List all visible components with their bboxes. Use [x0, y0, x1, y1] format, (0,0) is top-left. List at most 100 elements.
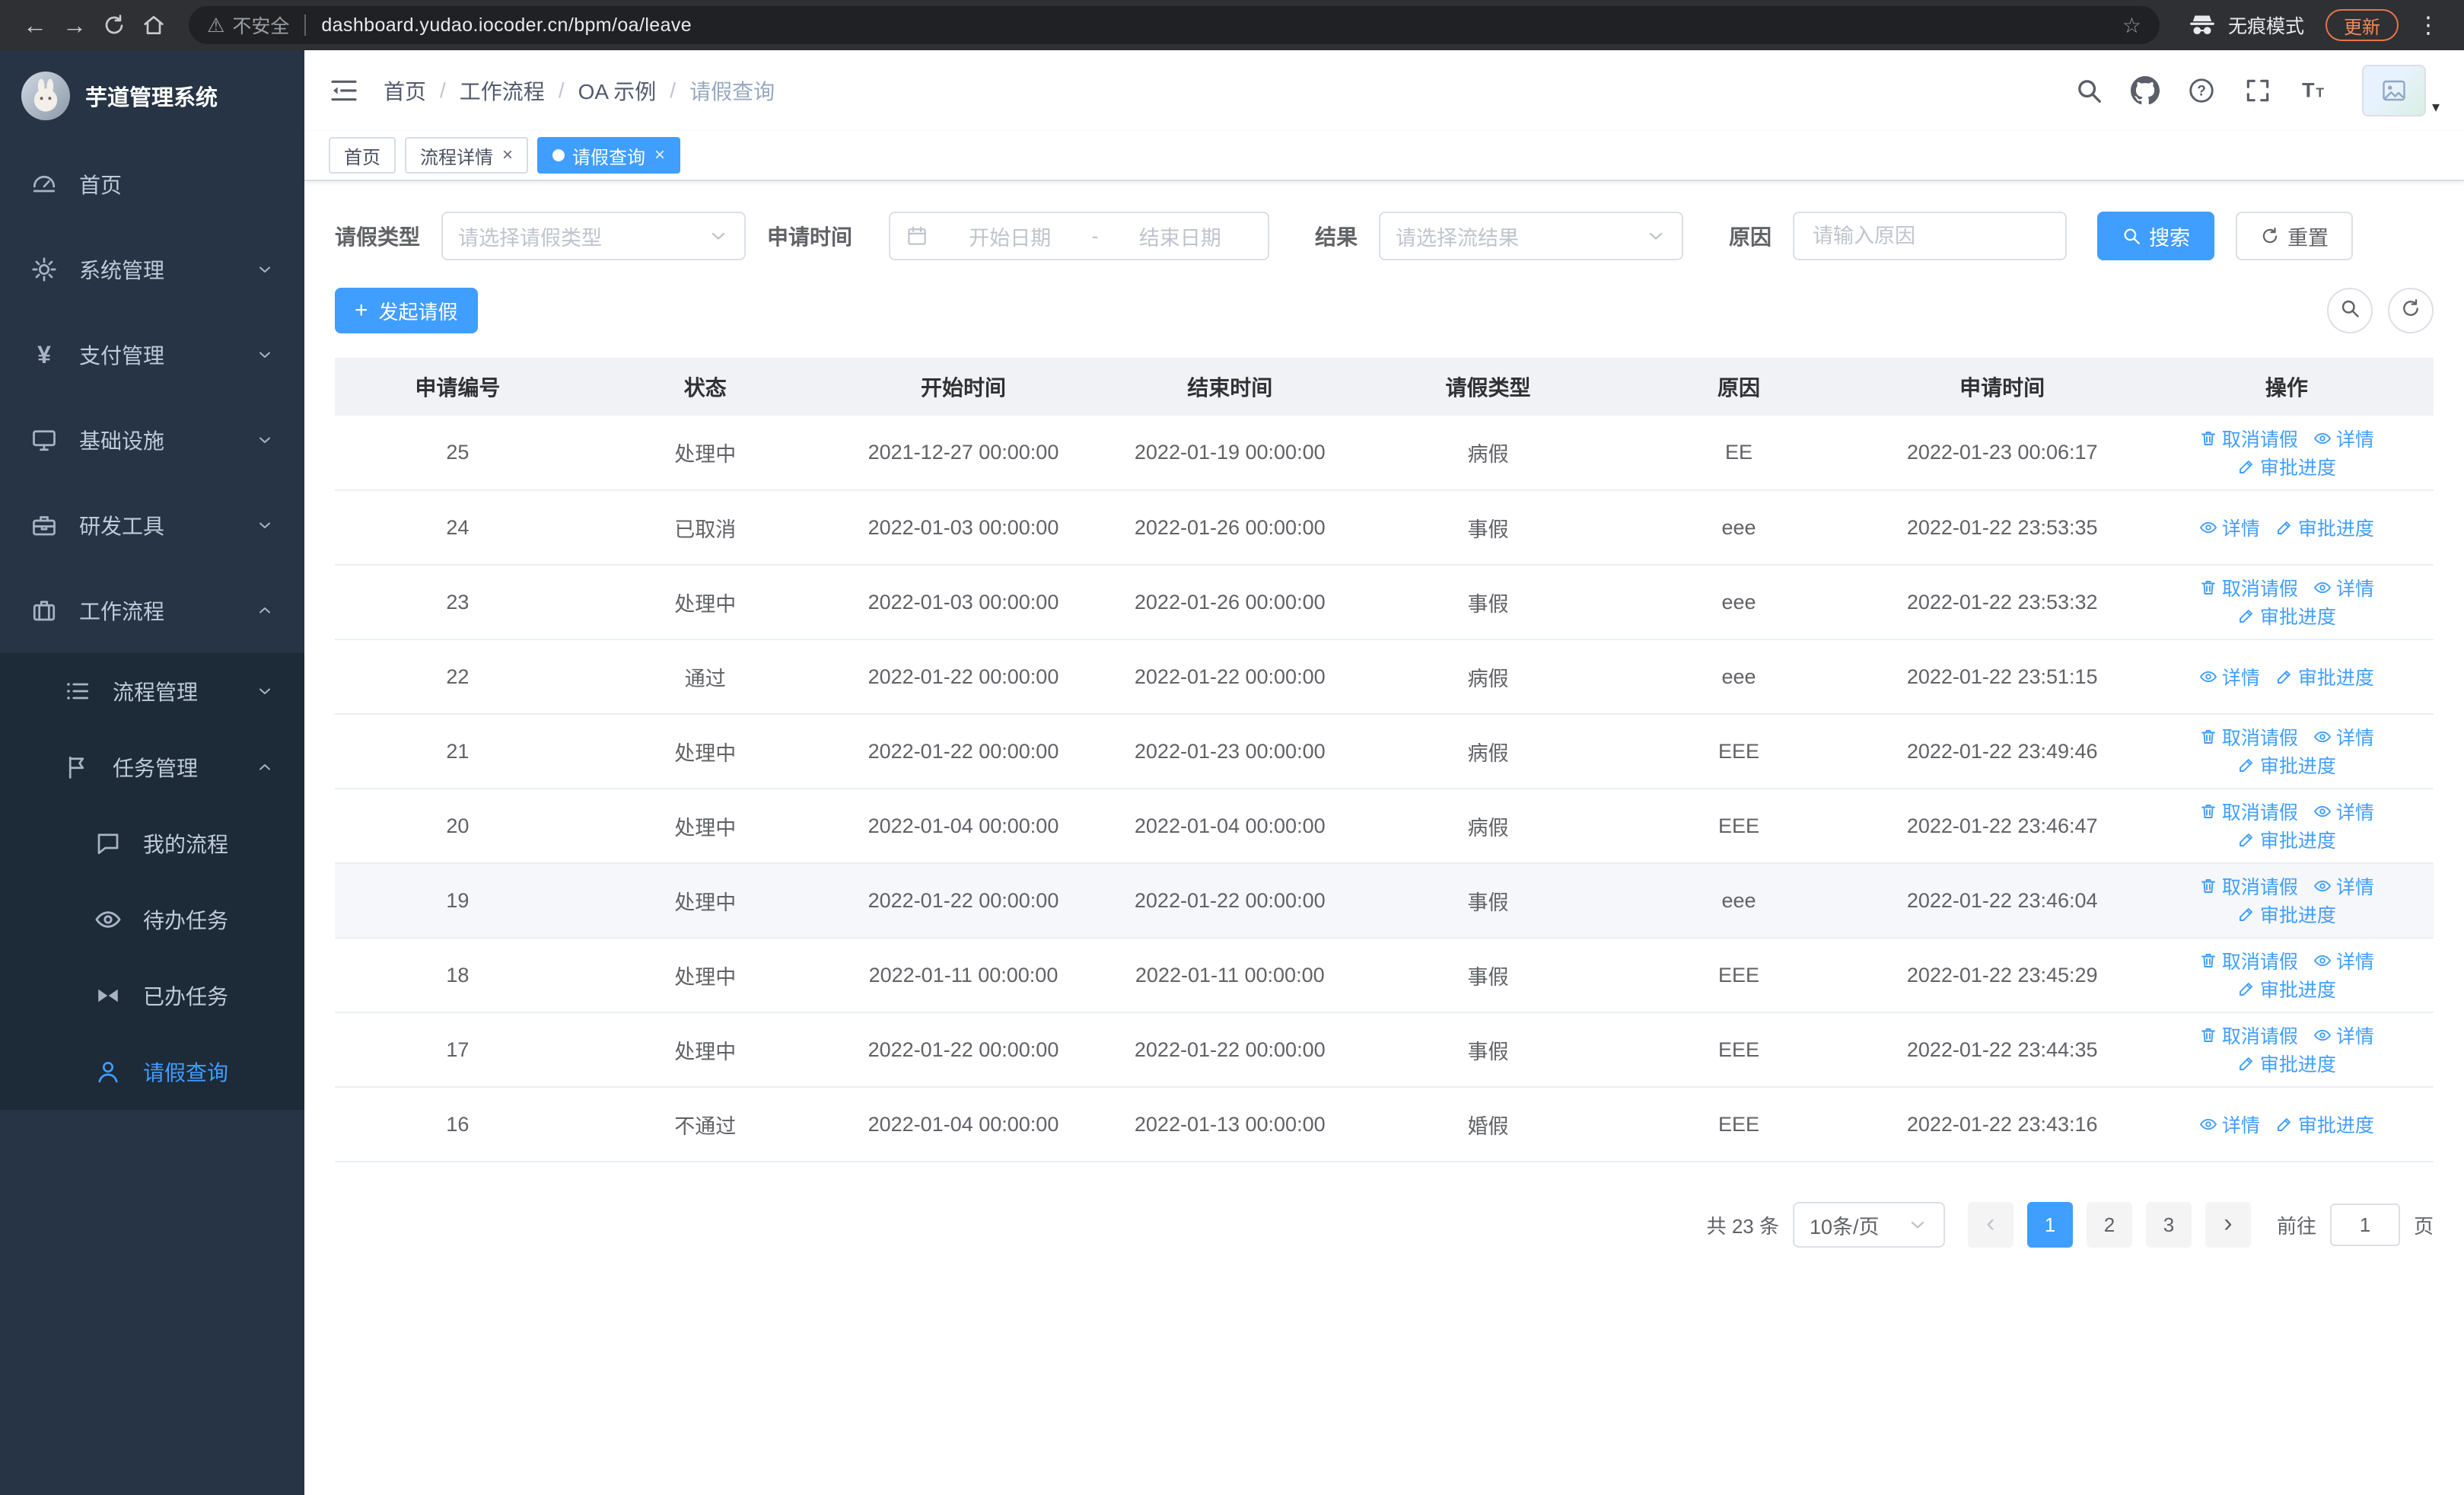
prev-page-button[interactable]: ‹ — [1967, 1202, 2014, 1248]
progress-action-link[interactable]: 审批进度 — [2237, 602, 2336, 630]
sidebar-item-done-tasks[interactable]: 已办任务 — [0, 958, 304, 1034]
tab-home[interactable]: 首页 — [329, 137, 396, 174]
sidebar-item-infra[interactable]: 基础设施 — [0, 397, 304, 483]
font-size-icon[interactable]: TT — [2300, 76, 2329, 105]
url-text[interactable]: dashboard.yudao.iocoder.cn/bpm/oa/leave — [321, 14, 692, 37]
close-icon[interactable]: × — [654, 146, 665, 164]
detail-action-link[interactable]: 详情 — [2313, 798, 2374, 825]
detail-action-link[interactable]: 详情 — [2313, 425, 2374, 452]
progress-action-link[interactable]: 审批进度 — [2275, 663, 2374, 690]
table-row-23[interactable]: 23 处理中 2022-01-03 00:00:00 2022-01-26 00:00… — [335, 565, 2434, 640]
table-row-24[interactable]: 24 已取消 2022-01-03 00:00:00 2022-01-26 00:00… — [335, 490, 2434, 566]
toggle-search-button[interactable] — [2327, 288, 2373, 333]
detail-action-link[interactable]: 详情 — [2199, 1111, 2260, 1138]
page-button-1[interactable]: 1 — [2026, 1202, 2073, 1248]
breadcrumb-item[interactable]: OA 示例 — [578, 75, 657, 106]
search-button[interactable]: 搜索 — [2097, 212, 2215, 260]
result-select[interactable]: 请选择流结果 — [1379, 212, 1684, 260]
cancel-action-link[interactable]: 取消请假 — [2199, 1022, 2298, 1049]
sidebar-item-todo-tasks[interactable]: 待办任务 — [0, 881, 304, 958]
cancel-action-link[interactable]: 取消请假 — [2199, 574, 2298, 601]
tab-process-detail[interactable]: 流程详情 × — [405, 137, 529, 174]
sidebar-item-system[interactable]: 系统管理 — [0, 227, 304, 312]
sidebar-item-process-mgmt[interactable]: 流程管理 — [0, 653, 304, 729]
cancel-action-link[interactable]: 取消请假 — [2199, 425, 2298, 452]
detail-action-link[interactable]: 详情 — [2199, 514, 2260, 541]
help-icon[interactable]: ? — [2187, 76, 2216, 105]
create-leave-button[interactable]: + 发起请假 — [335, 288, 478, 333]
sidebar-item-task-mgmt[interactable]: 任务管理 — [0, 729, 304, 805]
detail-action-link[interactable]: 详情 — [2199, 663, 2260, 690]
back-button[interactable]: ← — [15, 5, 55, 45]
table-row-18[interactable]: 18 处理中 2022-01-11 00:00:00 2022-01-11 00:00… — [335, 938, 2434, 1013]
cell-status: 处理中 — [580, 938, 830, 1013]
chevron-down-icon — [1907, 1214, 1928, 1235]
sidebar-item-devtools[interactable]: 研发工具 — [0, 483, 304, 568]
app-header: 首页 / 工作流程 / OA 示例 / 请假查询 ? TT ▾ — [304, 50, 2464, 131]
goto-page-input[interactable] — [2329, 1203, 2400, 1246]
page-button-3[interactable]: 3 — [2145, 1202, 2192, 1248]
table-row-22[interactable]: 22 通过 2022-01-22 00:00:00 2022-01-22 00:00:… — [335, 639, 2434, 715]
table-row-17[interactable]: 17 处理中 2022-01-22 00:00:00 2022-01-22 00:00… — [335, 1012, 2434, 1088]
cancel-action-link[interactable]: 取消请假 — [2199, 947, 2298, 974]
table-row-21[interactable]: 21 处理中 2022-01-22 00:00:00 2022-01-23 00:00… — [335, 714, 2434, 789]
github-icon[interactable] — [2130, 76, 2160, 105]
reason-input[interactable] — [1793, 212, 2068, 260]
sidebar-item-home[interactable]: 首页 — [0, 142, 304, 227]
apply-time-range-picker[interactable]: 开始日期 - 结束日期 — [889, 212, 1270, 260]
fullscreen-icon[interactable] — [2243, 76, 2272, 105]
breadcrumb-item[interactable]: 工作流程 — [460, 75, 545, 106]
page-button-2[interactable]: 2 — [2086, 1202, 2132, 1248]
table-row-19[interactable]: 19 处理中 2022-01-22 00:00:00 2022-01-22 00:00… — [335, 863, 2434, 939]
refresh-table-button[interactable] — [2388, 288, 2434, 333]
update-button[interactable]: 更新 — [2326, 9, 2399, 41]
table-row-20[interactable]: 20 处理中 2022-01-04 00:00:00 2022-01-04 00:00… — [335, 789, 2434, 864]
app-title: 芋道管理系统 — [85, 86, 218, 110]
detail-action-link[interactable]: 详情 — [2313, 947, 2374, 974]
sidebar-item-my-process[interactable]: 我的流程 — [0, 805, 304, 881]
next-page-button[interactable]: › — [2205, 1202, 2251, 1248]
progress-action-link[interactable]: 审批进度 — [2275, 1111, 2374, 1138]
progress-action-link[interactable]: 审批进度 — [2237, 751, 2336, 779]
cancel-action-link[interactable]: 取消请假 — [2199, 798, 2298, 825]
sidebar-item-workflow[interactable]: 工作流程 — [0, 568, 304, 653]
reset-button[interactable]: 重置 — [2236, 212, 2354, 260]
sidebar-item-payment[interactable]: ¥ 支付管理 — [0, 312, 304, 397]
bookmark-star-icon[interactable]: ☆ — [2122, 13, 2141, 38]
progress-action-link[interactable]: 审批进度 — [2237, 975, 2336, 1003]
progress-action-link[interactable]: 审批进度 — [2237, 1050, 2336, 1077]
cell-actions: 取消请假 详情 审批进度 — [2139, 416, 2434, 491]
cancel-action-link[interactable]: 取消请假 — [2199, 872, 2298, 900]
progress-action-link[interactable]: 审批进度 — [2237, 901, 2336, 928]
home-button[interactable] — [134, 5, 173, 45]
detail-action-link[interactable]: 详情 — [2313, 872, 2374, 900]
eye-icon — [2199, 1115, 2217, 1133]
browser-menu-icon[interactable]: ⋮ — [2417, 12, 2440, 39]
app-logo[interactable]: 芋道管理系统 — [0, 50, 304, 142]
address-bar[interactable]: ⚠ 不安全 dashboard.yudao.iocoder.cn/bpm/oa/… — [189, 6, 2160, 44]
detail-action-link[interactable]: 详情 — [2313, 723, 2374, 751]
trash-icon — [2199, 429, 2217, 448]
cell-actions: 取消请假 详情 审批进度 — [2139, 938, 2434, 1013]
close-icon[interactable]: × — [502, 146, 513, 164]
progress-action-link[interactable]: 审批进度 — [2237, 826, 2336, 853]
page-size-select[interactable]: 10条/页 — [1792, 1202, 1945, 1248]
progress-action-link[interactable]: 审批进度 — [2237, 453, 2336, 480]
search-icon[interactable] — [2074, 76, 2103, 105]
detail-action-link[interactable]: 详情 — [2313, 574, 2374, 601]
edit-icon — [2237, 756, 2255, 774]
reload-button[interactable] — [94, 5, 134, 45]
table-row-16[interactable]: 16 不通过 2022-01-04 00:00:00 2022-01-13 00:00… — [335, 1087, 2434, 1162]
progress-action-link[interactable]: 审批进度 — [2275, 514, 2374, 541]
breadcrumb-item[interactable]: 首页 — [384, 75, 426, 106]
leave-type-select[interactable]: 请选择请假类型 — [441, 212, 747, 260]
cancel-action-link[interactable]: 取消请假 — [2199, 723, 2298, 751]
table-row-25[interactable]: 25 处理中 2021-12-27 00:00:00 2022-01-19 00:00… — [335, 416, 2434, 491]
sidebar-fold-icon[interactable] — [329, 75, 359, 106]
user-avatar[interactable]: ▾ — [2361, 65, 2440, 116]
detail-action-link[interactable]: 详情 — [2313, 1022, 2374, 1049]
sidebar-item-leave-query[interactable]: 请假查询 — [0, 1034, 304, 1110]
forward-button[interactable]: → — [55, 5, 94, 45]
tab-leave-query[interactable]: 请假查询 × — [537, 137, 681, 174]
security-label[interactable]: 不安全 — [232, 11, 289, 39]
